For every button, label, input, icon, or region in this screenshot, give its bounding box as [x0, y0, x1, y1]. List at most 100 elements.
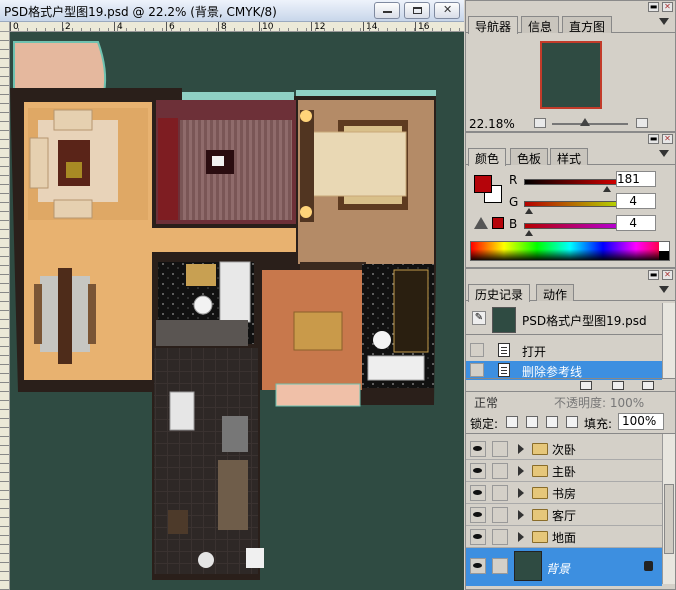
- tab-histogram[interactable]: 直方图: [562, 16, 613, 34]
- history-state-open[interactable]: 打开: [466, 341, 662, 360]
- layer-link-toggle[interactable]: [492, 485, 508, 501]
- panel-close-button[interactable]: ✕: [662, 134, 673, 144]
- zoom-slider-handle[interactable]: [580, 118, 590, 126]
- lock-transparency-icon[interactable]: [506, 416, 518, 428]
- history-scrollbar[interactable]: [662, 303, 675, 379]
- minimize-button[interactable]: [374, 2, 400, 19]
- lock-position-icon[interactable]: [546, 416, 558, 428]
- layer-link-toggle[interactable]: [492, 463, 508, 479]
- panel-titlebar[interactable]: ▬ ✕: [466, 269, 675, 281]
- layer-group-row[interactable]: 次卧: [466, 438, 662, 460]
- folder-icon: [532, 487, 548, 499]
- visibility-eye-icon[interactable]: [470, 558, 486, 574]
- expand-arrow-icon[interactable]: [518, 466, 524, 476]
- panel-close-button[interactable]: ✕: [662, 270, 673, 280]
- document-canvas[interactable]: [10, 32, 464, 590]
- panel-menu-icon[interactable]: [659, 150, 669, 157]
- horizontal-ruler[interactable]: 0 2 4 6 8 10 12 14 16: [10, 22, 464, 32]
- green-value-field[interactable]: 4: [616, 193, 656, 209]
- green-slider-handle[interactable]: [525, 208, 533, 214]
- expand-arrow-icon[interactable]: [518, 510, 524, 520]
- gamut-warning-icon[interactable]: [474, 217, 488, 229]
- tab-styles[interactable]: 样式: [550, 148, 589, 166]
- red-slider-handle[interactable]: [603, 186, 611, 192]
- red-value-field[interactable]: 181: [616, 171, 656, 187]
- visibility-eye-icon[interactable]: [470, 441, 486, 457]
- blue-value-field[interactable]: 4: [616, 215, 656, 231]
- panel-titlebar[interactable]: ▬ ✕: [466, 133, 675, 145]
- folder-icon: [532, 509, 548, 521]
- navigator-thumbnail[interactable]: [540, 41, 602, 109]
- tab-info[interactable]: 信息: [521, 16, 560, 34]
- document-titlebar[interactable]: PSD格式户型图19.psd @ 22.2% (背景, CMYK/8) ✕: [0, 0, 464, 22]
- gamut-color-swatch[interactable]: [492, 217, 504, 229]
- folder-icon: [532, 465, 548, 477]
- blue-slider-handle[interactable]: [525, 230, 533, 236]
- brush-icon[interactable]: [492, 558, 508, 574]
- document-window: PSD格式户型图19.psd @ 22.2% (背景, CMYK/8) ✕ 0 …: [0, 0, 464, 590]
- fill-value-field[interactable]: 100%: [618, 413, 664, 430]
- layer-link-toggle[interactable]: [492, 529, 508, 545]
- lock-all-icon[interactable]: [566, 416, 578, 428]
- black-white-swatch[interactable]: [659, 242, 669, 260]
- panel-minimize-button[interactable]: ▬: [648, 270, 659, 280]
- panel-menu-icon[interactable]: [659, 18, 669, 25]
- expand-arrow-icon[interactable]: [518, 488, 524, 498]
- snapshot-name: PSD格式户型图19.psd: [522, 314, 647, 328]
- blend-mode-select[interactable]: 正常: [474, 394, 498, 411]
- layer-name: 地面: [552, 531, 577, 545]
- history-snapshot[interactable]: ✎ PSD格式户型图19.psd: [466, 303, 662, 335]
- tab-history[interactable]: 历史记录: [468, 284, 531, 302]
- history-source-toggle[interactable]: [470, 363, 484, 377]
- color-spectrum-bar[interactable]: [470, 241, 670, 261]
- zoom-slider[interactable]: [552, 118, 628, 126]
- zoom-in-icon[interactable]: [636, 118, 648, 128]
- layer-group-row[interactable]: 客厅: [466, 504, 662, 526]
- trash-icon[interactable]: [642, 381, 654, 390]
- tab-navigator[interactable]: 导航器: [468, 16, 519, 34]
- layer-group-row[interactable]: 书房: [466, 482, 662, 504]
- layer-link-toggle[interactable]: [492, 441, 508, 457]
- panel-tabs: 历史记录 动作: [466, 281, 675, 302]
- panel-minimize-button[interactable]: ▬: [648, 2, 659, 12]
- new-document-from-state-icon[interactable]: [580, 381, 592, 390]
- visibility-eye-icon[interactable]: [470, 463, 486, 479]
- visibility-eye-icon[interactable]: [470, 507, 486, 523]
- tab-color[interactable]: 颜色: [468, 148, 507, 166]
- layer-row-background[interactable]: 背景: [466, 548, 662, 586]
- history-state-label: 打开: [522, 345, 547, 359]
- panel-menu-icon[interactable]: [659, 286, 669, 293]
- foreground-color-swatch[interactable]: [474, 175, 492, 193]
- tab-swatches[interactable]: 色板: [510, 148, 549, 166]
- opacity-field[interactable]: 不透明度: 100%: [554, 394, 644, 411]
- panel-titlebar[interactable]: ▬ ✕: [466, 1, 675, 13]
- expand-arrow-icon[interactable]: [518, 444, 524, 454]
- ruler-origin[interactable]: [0, 22, 10, 32]
- tab-actions[interactable]: 动作: [536, 284, 575, 302]
- ruler-minor-ticks: [10, 28, 464, 31]
- document-icon: [498, 363, 510, 377]
- history-source-toggle[interactable]: [470, 343, 484, 357]
- close-icon: ✕: [443, 3, 453, 16]
- visibility-eye-icon[interactable]: [470, 485, 486, 501]
- panel-tabs: 颜色 色板 样式: [466, 145, 675, 166]
- lock-row: 锁定: 填充: 100%: [466, 410, 675, 434]
- history-brush-icon[interactable]: ✎: [472, 311, 486, 325]
- layers-scrollbar[interactable]: [662, 434, 675, 584]
- scrollbar-thumb[interactable]: [664, 484, 674, 554]
- close-button[interactable]: ✕: [434, 2, 460, 19]
- visibility-eye-icon[interactable]: [470, 529, 486, 545]
- layer-link-toggle[interactable]: [492, 507, 508, 523]
- zoom-out-icon[interactable]: [534, 118, 546, 128]
- new-snapshot-icon[interactable]: [612, 381, 624, 390]
- maximize-button[interactable]: [404, 2, 430, 19]
- panel-close-button[interactable]: ✕: [662, 2, 673, 12]
- lock-image-icon[interactable]: [526, 416, 538, 428]
- navigator-zoom-value[interactable]: 22.18%: [469, 117, 515, 131]
- vertical-ruler[interactable]: [0, 32, 10, 590]
- panel-minimize-button[interactable]: ▬: [648, 134, 659, 144]
- expand-arrow-icon[interactable]: [518, 532, 524, 542]
- layer-group-row[interactable]: 主卧: [466, 460, 662, 482]
- minimize-icon: [383, 7, 392, 13]
- layer-group-row[interactable]: 地面: [466, 526, 662, 548]
